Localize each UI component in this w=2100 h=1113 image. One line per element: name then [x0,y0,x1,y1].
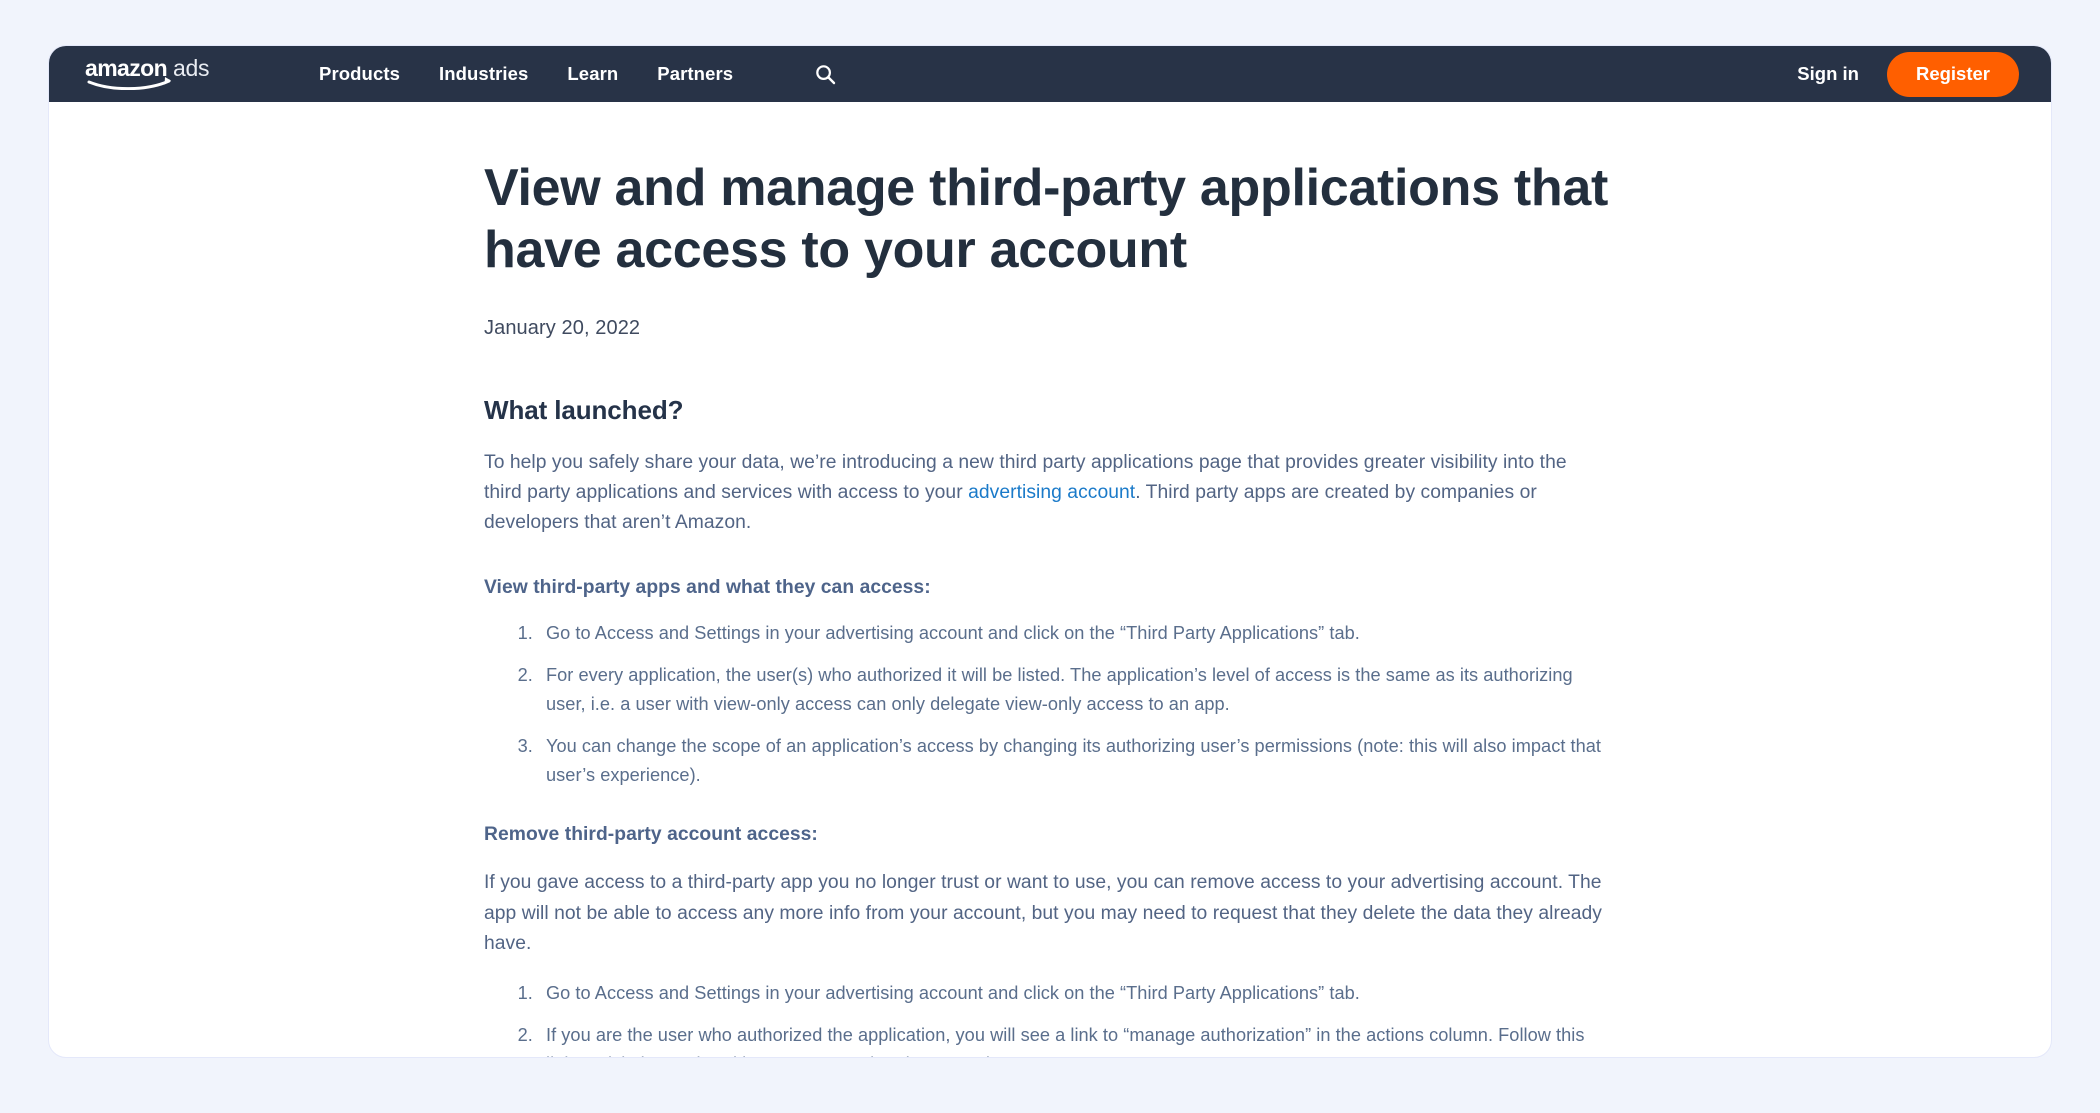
svg-text:ads: ads [173,56,209,81]
header-actions: Sign in Register [1797,51,2019,97]
search-icon [815,64,835,84]
list-item: Go to Access and Settings in your advert… [538,979,1609,1008]
view-apps-step-list: Go to Access and Settings in your advert… [484,619,1609,791]
amazon-ads-logo[interactable]: amazon ads [85,56,233,92]
nav-partners[interactable]: Partners [657,63,733,85]
list-item: For every application, the user(s) who a… [538,661,1609,719]
advertising-account-link[interactable]: advertising account [968,482,1135,503]
list-item: Go to Access and Settings in your advert… [538,619,1609,648]
remove-access-step-list: Go to Access and Settings in your advert… [484,979,1609,1057]
sign-in-link[interactable]: Sign in [1797,63,1859,85]
svg-text:amazon: amazon [85,56,167,81]
list-item: If you are the user who authorized the a… [538,1021,1609,1057]
nav-learn[interactable]: Learn [567,63,618,85]
subsection-heading-view-apps: View third-party apps and what they can … [484,576,931,598]
intro-paragraph: To help you safely share your data, we’r… [484,448,1609,539]
publish-date: January 20, 2022 [484,316,641,339]
register-button[interactable]: Register [1886,51,2019,97]
page-title: View and manage third-party applications… [484,159,1608,280]
site-header: amazon ads Products Industries Learn Par… [49,46,2051,102]
main-navigation: Products Industries Learn Partners [319,61,838,87]
section-heading-what-launched: What launched? [484,394,684,425]
nav-industries[interactable]: Industries [439,63,528,85]
nav-products[interactable]: Products [319,63,400,85]
page-card: amazon ads Products Industries Learn Par… [48,45,2052,1058]
subsection-heading-remove-access: Remove third-party account access: [484,824,818,846]
article-body: View and manage third-party applications… [49,102,2051,1057]
remove-access-paragraph: If you gave access to a third-party app … [484,872,1602,954]
amazon-ads-wordmark-icon: amazon ads [85,56,209,90]
search-button[interactable] [812,61,838,87]
list-item: You can change the scope of an applicati… [538,732,1609,790]
